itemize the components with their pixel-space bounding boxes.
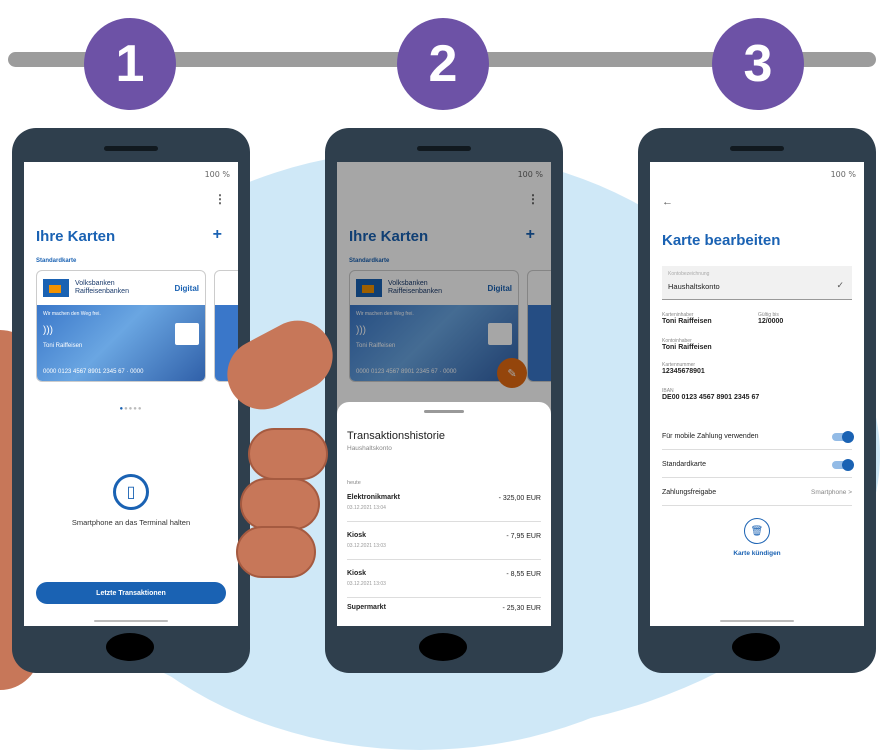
default-card-toggle[interactable] xyxy=(832,458,854,471)
step-3: 3 xyxy=(712,18,804,110)
nfc-phone-icon: ▯ xyxy=(113,474,149,510)
speaker xyxy=(104,146,158,151)
trash-icon[interactable]: 🗑 xyxy=(744,518,770,544)
transaction-row[interactable]: Kiosk 03.12.2021 13:03 - 8,55 EUR xyxy=(347,568,541,598)
pager-dots: ●●●●● xyxy=(119,406,143,412)
iban-info: IBAN DE00 0123 4567 8901 2345 67 xyxy=(662,388,760,401)
sheet-handle[interactable] xyxy=(424,410,464,413)
transaction-sheet: Transaktionshistorie Haushaltskonto heut… xyxy=(337,402,551,626)
cardholder-info: Karteninhaber Toni Raiffeisen xyxy=(662,312,712,325)
contactless-icon: ))) xyxy=(43,325,53,336)
amount: - 325,00 EUR xyxy=(498,495,541,502)
timestamp: 03.12.2021 13:03 xyxy=(347,581,386,587)
cancel-card-button[interactable]: Karte kündigen xyxy=(650,550,864,557)
gesture-bar xyxy=(94,620,168,622)
phone-2-screen: 100 % ⋮ Ihre Karten + Standardkarte Volk… xyxy=(337,162,551,626)
mobile-payment-label: Für mobile Zahlung verwenden xyxy=(662,433,759,440)
back-arrow-icon[interactable]: ← xyxy=(662,196,673,208)
field-value: Haushaltskonto xyxy=(668,282,720,291)
home-button[interactable] xyxy=(419,633,467,661)
amount: - 25,30 EUR xyxy=(502,605,541,612)
transaction-row[interactable]: Elektronikmarkt 03.12.2021 13:04 - 325,0… xyxy=(347,492,541,522)
sheet-subtitle: Haushaltskonto xyxy=(347,445,392,452)
page-title: Karte bearbeiten xyxy=(662,232,781,249)
transaction-row[interactable]: Kiosk 03.12.2021 13:03 - 7,95 EUR xyxy=(347,530,541,560)
gesture-bar xyxy=(720,620,794,622)
section-label: Standardkarte xyxy=(36,258,77,264)
finger-illustration xyxy=(236,526,316,578)
phone-1-screen: 100 % ⋮ Ihre Karten + Standardkarte Volk… xyxy=(24,162,238,626)
finger-illustration xyxy=(240,478,320,530)
transaction-row[interactable]: Supermarkt - 25,30 EUR xyxy=(347,602,541,626)
phone-3: 100 % ← Karte bearbeiten Kontobezeichnun… xyxy=(638,128,876,673)
mobile-payment-row: Für mobile Zahlung verwenden xyxy=(662,424,854,450)
mobile-payment-toggle[interactable] xyxy=(832,430,854,443)
date-group-label: heute xyxy=(347,480,361,486)
default-card-row: Standardkarte xyxy=(662,452,854,478)
merchant: Elektronikmarkt xyxy=(347,494,400,501)
status-bar: 100 % xyxy=(830,170,856,179)
valid-until-info: Gültig bis 12/0000 xyxy=(758,312,784,325)
payment-approval-row[interactable]: Zahlungsfreigabe Smartphone > xyxy=(662,480,852,506)
recent-transactions-button[interactable]: Letzte Transaktionen xyxy=(36,582,226,604)
page-title: Ihre Karten xyxy=(36,228,116,245)
timestamp: 03.12.2021 13:04 xyxy=(347,505,386,511)
merchant: Kiosk xyxy=(347,570,367,577)
status-bar: 100 % xyxy=(204,170,230,179)
check-icon[interactable]: ✓ xyxy=(836,280,844,291)
amount: - 8,55 EUR xyxy=(506,571,541,578)
speaker xyxy=(417,146,471,151)
amount: - 7,95 EUR xyxy=(506,533,541,540)
step-1: 1 xyxy=(84,18,176,110)
timestamp: 03.12.2021 13:03 xyxy=(347,543,386,549)
phone-2: 100 % ⋮ Ihre Karten + Standardkarte Volk… xyxy=(325,128,563,673)
card-number-info: Kartennummer 12345678901 xyxy=(662,362,705,375)
finger-illustration xyxy=(248,428,328,480)
card-type: Digital xyxy=(174,283,199,293)
girocard-badge-icon xyxy=(175,323,199,345)
card-slogan: Wir machen den Weg frei. xyxy=(43,311,101,317)
payment-approval-value: Smartphone > xyxy=(810,489,852,496)
home-button[interactable] xyxy=(106,633,154,661)
bank-card[interactable]: Volksbanken Raiffeisenbanken Digital Wir… xyxy=(36,270,206,382)
speaker xyxy=(730,146,784,151)
more-menu-icon[interactable]: ⋮ xyxy=(214,192,226,206)
home-button[interactable] xyxy=(732,633,780,661)
sheet-title: Transaktionshistorie xyxy=(347,430,446,442)
step-2: 2 xyxy=(397,18,489,110)
payment-approval-label: Zahlungsfreigabe xyxy=(662,489,717,496)
bank-name-line2: Raiffeisenbanken xyxy=(75,288,129,295)
account-holder-info: Kontoinhaber Toni Raiffeisen xyxy=(662,338,712,351)
add-card-button[interactable]: + xyxy=(213,226,222,244)
phone-1: 100 % ⋮ Ihre Karten + Standardkarte Volk… xyxy=(12,128,250,673)
field-label: Kontobezeichnung xyxy=(668,271,710,277)
card-holder: Toni Raiffeisen xyxy=(43,343,83,349)
bank-logo-icon xyxy=(43,279,69,297)
account-name-field[interactable]: Kontobezeichnung Haushaltskonto ✓ xyxy=(662,266,852,300)
bank-name-line1: Volksbanken xyxy=(75,280,115,287)
card-number: 0000 0123 4567 8901 2345 67 · 0000 xyxy=(43,369,144,375)
default-card-label: Standardkarte xyxy=(662,461,706,468)
terminal-hint: Smartphone an das Terminal halten xyxy=(71,518,191,527)
phone-3-screen: 100 % ← Karte bearbeiten Kontobezeichnun… xyxy=(650,162,864,626)
merchant: Kiosk xyxy=(347,532,367,539)
merchant: Supermarkt xyxy=(347,604,386,611)
